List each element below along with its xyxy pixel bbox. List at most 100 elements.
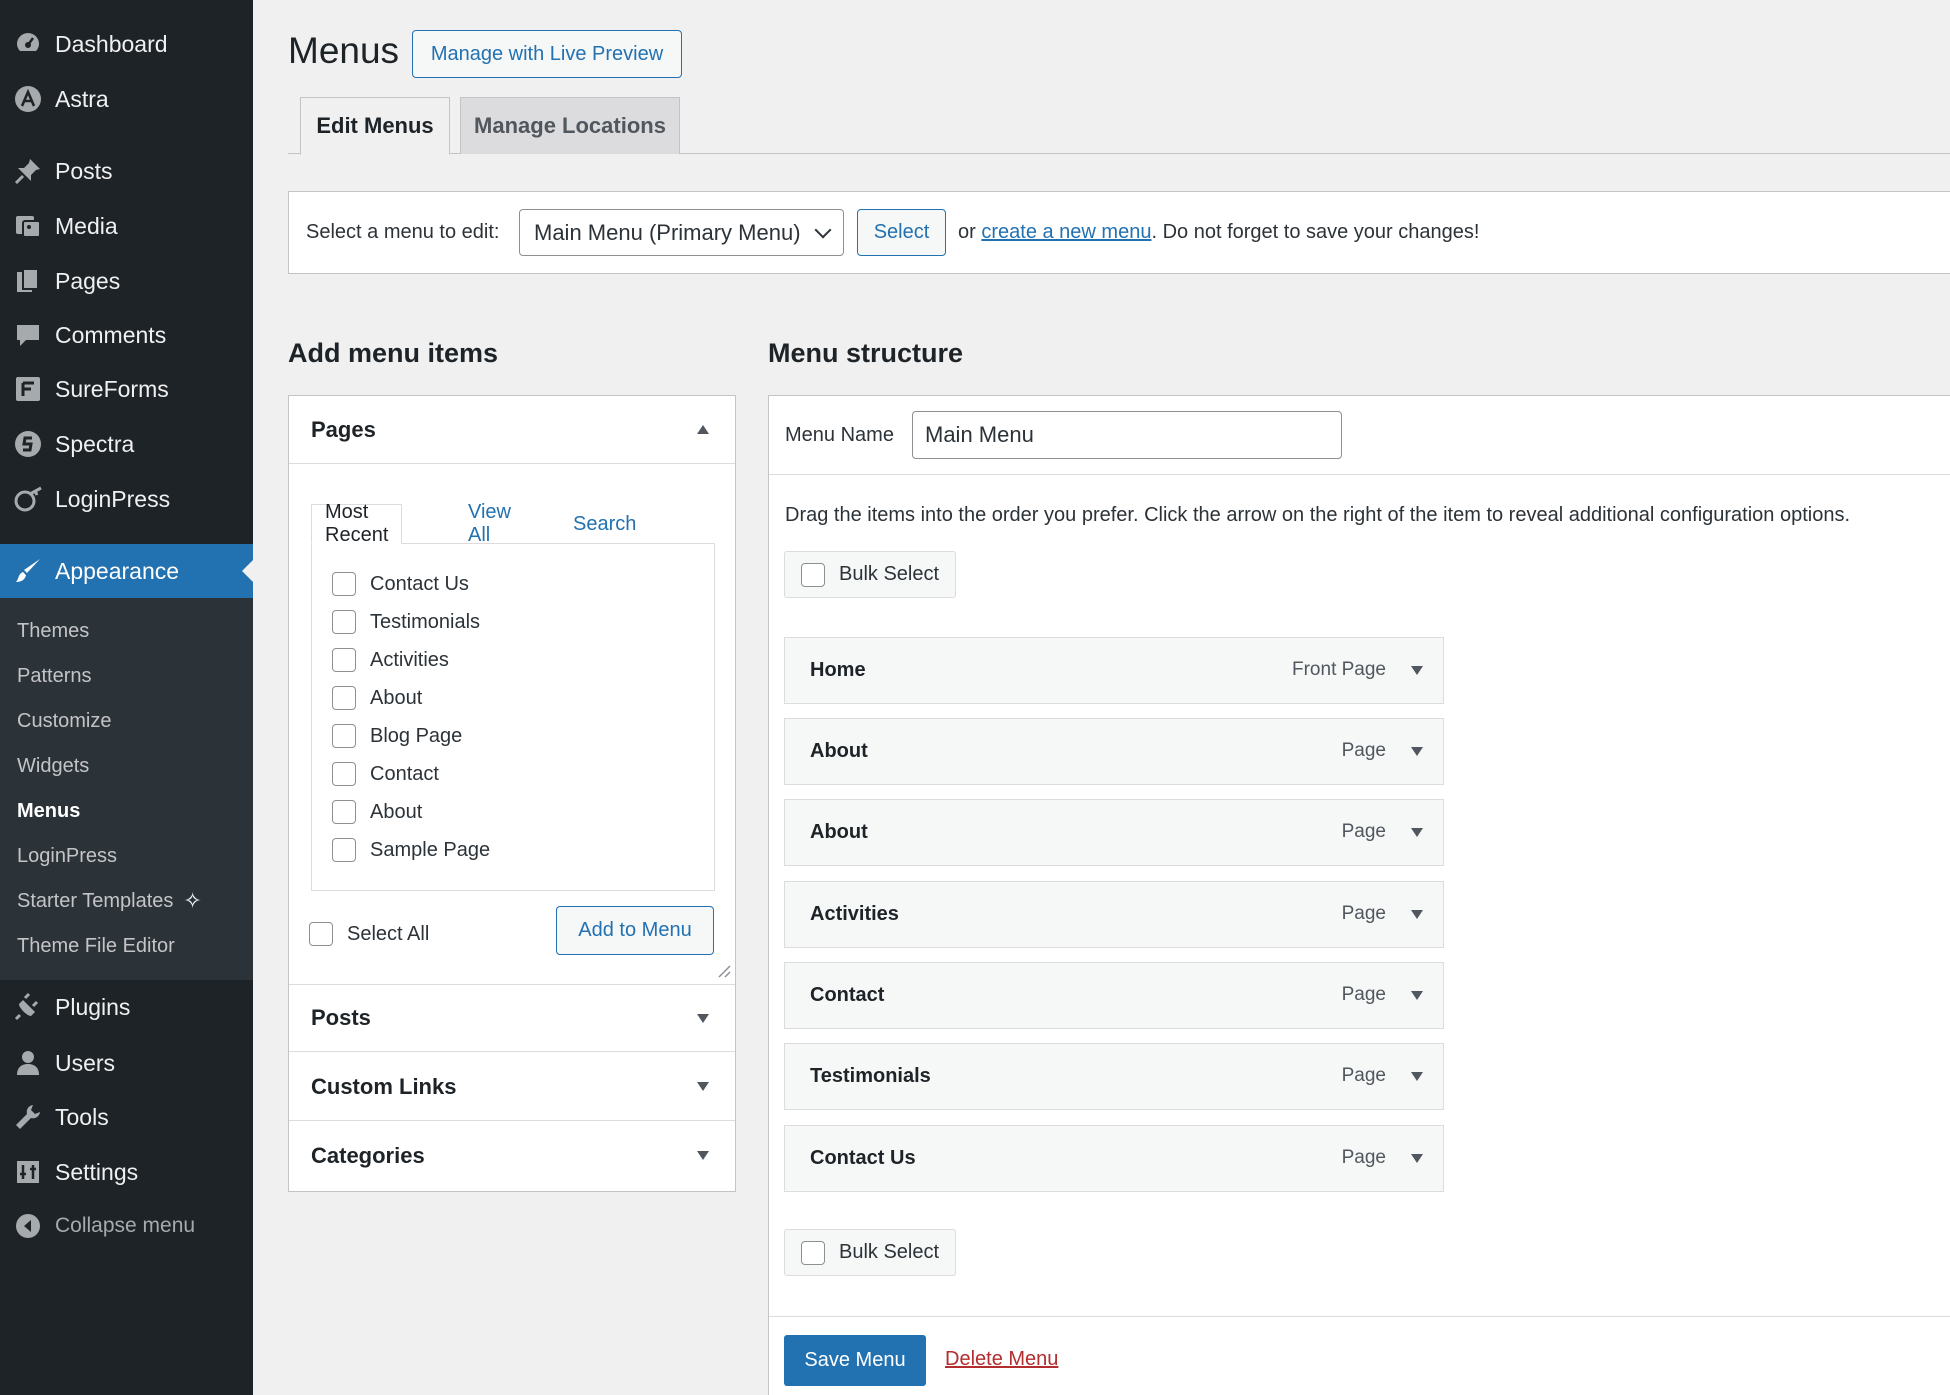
sidebar-item-media[interactable]: Media [0,199,253,253]
sidebar-item-loginpress[interactable]: LoginPress [0,472,253,526]
submenu-item-starter-templates[interactable]: Starter Templates ✧ [17,881,202,921]
list-item[interactable]: Contact [332,759,439,789]
expand-arrow-icon[interactable] [1411,747,1423,756]
menu-item[interactable]: Testimonials Page [784,1043,1444,1110]
sidebar-item-spectra[interactable]: Spectra [0,417,253,471]
sidebar-item-label: Users [55,1049,116,1076]
sidebar-item-plugins[interactable]: Plugins [0,980,253,1034]
sidebar-item-tools[interactable]: Tools [0,1090,253,1144]
arrow-down-icon [697,1082,709,1091]
expand-arrow-icon[interactable] [1411,1154,1423,1163]
sidebar-item-pages[interactable]: Pages [0,254,253,308]
page-label: About [370,800,423,823]
list-item[interactable]: Activities [332,645,449,675]
sidebar-item-label: LoginPress [55,485,171,512]
menu-item[interactable]: Contact Page [784,962,1444,1029]
expand-arrow-icon[interactable] [1411,828,1423,837]
menu-item[interactable]: Contact Us Page [784,1125,1444,1192]
checkbox[interactable] [801,1240,825,1265]
list-item[interactable]: Testimonials [332,607,480,637]
submenu-item-patterns[interactable]: Patterns [17,656,91,696]
add-to-menu-button[interactable]: Add to Menu [556,906,714,955]
menu-item[interactable]: Activities Page [784,881,1444,948]
menu-item-title: Contact [810,983,885,1006]
menu-item[interactable]: About Page [784,799,1444,866]
submenu-item-loginpress[interactable]: LoginPress [17,836,117,876]
sidebar-item-label: Media [55,212,118,239]
page-label: Activities [370,648,449,671]
menu-item-title: Activities [810,902,899,925]
sidebar-item-label: Tools [55,1103,109,1130]
resize-handle-icon[interactable] [717,964,731,978]
tab-search[interactable]: Search [573,504,636,544]
checkbox[interactable] [332,800,356,824]
select-all-row[interactable]: Select All [309,919,429,949]
sparkle-icon: ✧ [183,888,202,913]
sidebar-item-astra[interactable]: Astra [0,72,253,126]
list-item[interactable]: Sample Page [332,835,490,865]
submenu-item-widgets[interactable]: Widgets [17,746,89,786]
checkbox[interactable] [332,610,356,634]
page-label: Contact Us [370,572,469,595]
create-new-menu-link[interactable]: create a new menu [981,221,1151,243]
menu-structure-heading: Menu structure [768,338,964,368]
select-button[interactable]: Select [857,209,946,256]
submenu-item-customize[interactable]: Customize [17,701,111,741]
tab-view-all[interactable]: View All [468,501,511,546]
save-menu-button[interactable]: Save Menu [784,1335,926,1386]
dashboard-icon [0,17,55,71]
wrench-icon [0,1090,55,1144]
checkbox[interactable] [332,838,356,862]
accordion-custom-links-header[interactable]: Custom Links [289,1053,735,1121]
checkbox[interactable] [332,686,356,710]
sidebar-item-users[interactable]: Users [0,1036,253,1090]
sidebar-item-posts[interactable]: Posts [0,144,253,198]
expand-arrow-icon[interactable] [1411,666,1423,675]
submenu-item-menus[interactable]: Menus [17,791,80,831]
divider [769,474,1950,475]
accordion-posts-header[interactable]: Posts [289,984,735,1052]
accordion-title: Posts [311,1005,371,1030]
list-item[interactable]: Contact Us [332,569,469,599]
spectra-icon [0,417,55,471]
loginpress-icon [0,472,55,526]
menu-item[interactable]: Home Front Page [784,637,1444,704]
tab-edit-menus[interactable]: Edit Menus [300,97,450,155]
live-preview-button[interactable]: Manage with Live Preview [412,30,682,78]
checkbox[interactable] [801,562,825,587]
expand-arrow-icon[interactable] [1411,910,1423,919]
delete-menu-link[interactable]: Delete Menu [945,1348,1058,1371]
menu-name-input[interactable]: Main Menu [912,411,1342,459]
checkbox[interactable] [332,724,356,748]
checkbox[interactable] [332,762,356,786]
sidebar-item-appearance[interactable]: Appearance [0,544,253,598]
sidebar-item-dashboard[interactable]: Dashboard [0,17,253,71]
collapse-menu-button[interactable]: Collapse menu [0,1199,253,1253]
submenu-label: Customize [17,709,112,732]
submenu-item-theme-file-editor[interactable]: Theme File Editor [17,926,175,966]
select-all-checkbox[interactable] [309,922,333,946]
accordion-pages-header[interactable]: Pages [289,396,735,464]
menu-select-dropdown[interactable]: Main Menu (Primary Menu) [519,209,844,256]
sidebar-item-sureforms[interactable]: SureForms [0,362,253,416]
checkbox[interactable] [332,648,356,672]
checkbox[interactable] [332,572,356,596]
list-item[interactable]: Blog Page [332,721,462,751]
expand-arrow-icon[interactable] [1411,1072,1423,1081]
bulk-select-button[interactable]: Bulk Select [784,551,956,598]
bulk-select-button-bottom[interactable]: Bulk Select [784,1229,956,1276]
submenu-item-themes[interactable]: Themes [17,611,89,651]
tab-most-recent[interactable]: Most Recent [311,501,403,546]
sidebar-item-comments[interactable]: Comments [0,308,253,362]
arrow-down-icon [697,1014,709,1023]
astra-icon [0,72,55,126]
list-item[interactable]: About [332,797,422,827]
expand-arrow-icon[interactable] [1411,991,1423,1000]
accordion-categories-header[interactable]: Categories [289,1122,735,1190]
list-item[interactable]: About [332,683,422,713]
menu-item[interactable]: About Page [784,718,1444,785]
tab-manage-locations[interactable]: Manage Locations [460,97,680,154]
menu-item-type: Page [1341,740,1386,761]
add-menu-items-heading: Add menu items [288,338,499,368]
sidebar-item-settings[interactable]: Settings [0,1145,253,1199]
